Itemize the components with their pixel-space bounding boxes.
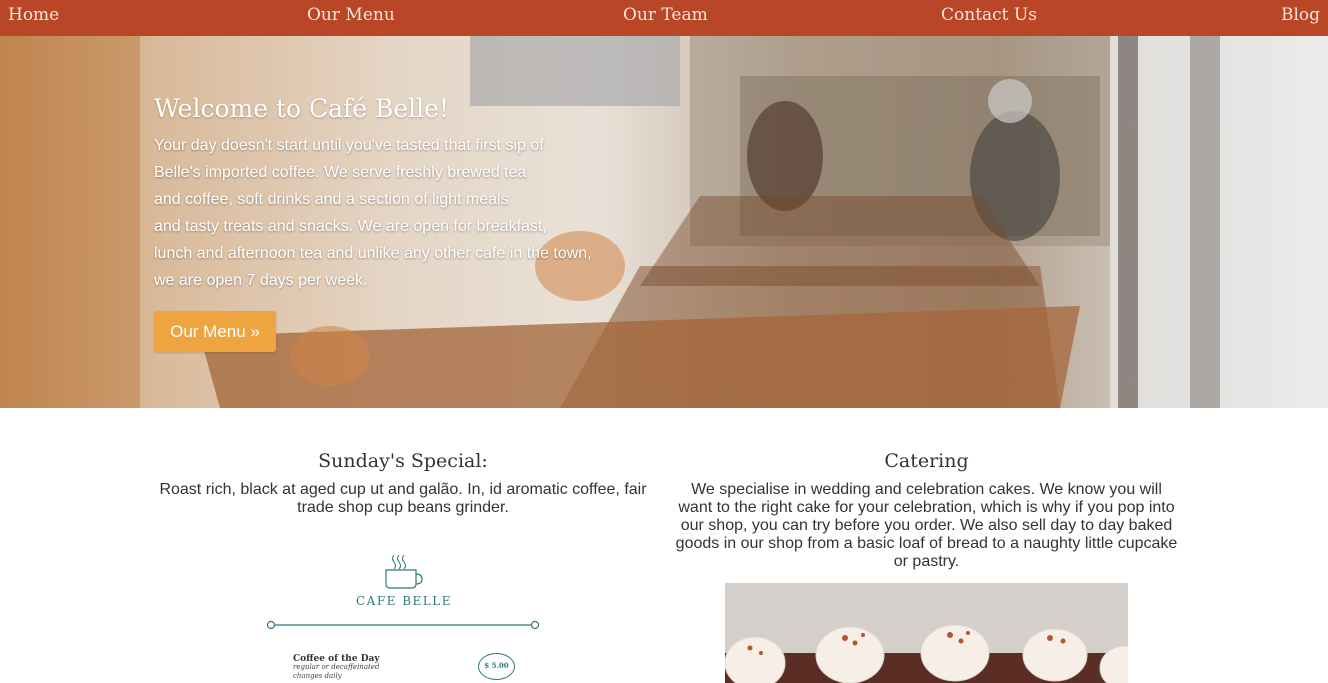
menu-item-price: $ 5.00 — [478, 653, 515, 680]
hero-line: Belle's imported coffee. We serve freshl… — [154, 164, 527, 181]
hero-description: Your day doesn't start until you've tast… — [154, 132, 654, 294]
sunday-special-text: Roast rich, black at aged cup ut and gal… — [159, 481, 647, 516]
hero-line: and coffee, soft drinks and a section of… — [154, 191, 509, 208]
catering-section: Catering We specialise in wedding and ce… — [675, 450, 1178, 571]
menu-card-image: CAFE BELLE Coffee of the Day regular or … — [262, 550, 546, 683]
hero-title: Welcome to Café Belle! — [154, 94, 450, 123]
nav-home[interactable]: Home — [8, 5, 59, 25]
hero-line: Your day doesn't start until you've tast… — [154, 137, 544, 154]
sunday-special-title: Sunday's Special: — [318, 450, 488, 472]
hero-banner: Welcome to Café Belle! Your day doesn't … — [0, 36, 1328, 408]
nav-our-menu[interactable]: Our Menu — [307, 5, 395, 25]
hero-line: lunch and afternoon tea and unlike any o… — [154, 245, 592, 262]
catering-text: We specialise in wedding and celebration… — [675, 481, 1178, 570]
menu-item-description: regular or decaffeinated changes daily — [293, 663, 379, 681]
hero-line: and tasty treats and snacks. We are open… — [154, 218, 547, 235]
cafe-belle-brand: CAFE BELLE — [355, 594, 453, 608]
nav-contact-us[interactable]: Contact Us — [941, 5, 1037, 25]
nav-our-team[interactable]: Our Team — [623, 5, 708, 25]
cupcakes-image — [725, 583, 1128, 683]
sunday-special-section: Sunday's Special: Roast rich, black at a… — [150, 450, 656, 517]
cupcakes-photo — [725, 583, 1128, 683]
coffee-cup-icon — [385, 569, 423, 589]
catering-title: Catering — [884, 450, 969, 472]
top-nav: Home Our Menu Our Team Contact Us Blog — [0, 0, 1328, 36]
menu-item-sub-2: changes daily — [293, 672, 342, 680]
menu-item-sub-1: regular or decaffeinated — [293, 663, 380, 671]
hero-content: Welcome to Café Belle! Your day doesn't … — [154, 94, 654, 352]
divider-line — [266, 620, 540, 630]
steam-icon — [392, 554, 406, 570]
nav-blog[interactable]: Blog — [1281, 5, 1320, 25]
hero-line: we are open 7 days per week. — [154, 272, 368, 289]
our-menu-button[interactable]: Our Menu » — [154, 311, 276, 352]
